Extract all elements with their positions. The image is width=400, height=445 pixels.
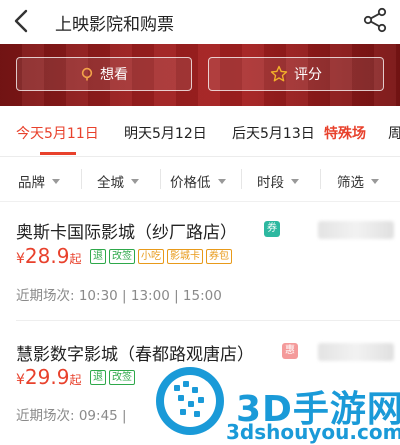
filter-price-label: 价格低 (170, 175, 211, 191)
page-title: 上映影院和购票 (55, 15, 174, 35)
active-tab-indicator (40, 152, 76, 155)
feature-tags: 退 改签 小吃 影城卡 券包 (90, 249, 232, 264)
price-suffix: 起 (69, 373, 82, 387)
rate-button[interactable]: 评分 (208, 57, 384, 91)
cinema-card[interactable]: 奥斯卡国际影城（纱厂路店） 券 ¥28.9起 退 改签 小吃 影城卡 券包 近期… (0, 202, 400, 320)
price: ¥28.9起 (16, 244, 81, 268)
caret-down-icon (291, 178, 299, 184)
movie-banner: 想看 评分 (0, 44, 400, 106)
star-icon (270, 65, 288, 82)
date-tabs: 今天5月11日 明天5月12日 后天5月13日 特殊场 周 (0, 106, 400, 157)
blurred-distance (318, 221, 394, 239)
caret-down-icon (131, 178, 139, 184)
share-icon[interactable] (362, 7, 388, 33)
price: ¥29.9起 (16, 365, 81, 389)
tab-special-label: 特殊场 (324, 126, 366, 142)
filter-price[interactable]: 价格低 (170, 171, 226, 191)
recent-showtimes: 近期场次: 09:45 | (16, 408, 127, 424)
tag-coupon-pack: 券包 (206, 249, 232, 264)
filter-area-label: 全城 (97, 175, 124, 191)
filter-brand-label: 品牌 (18, 175, 45, 191)
pin-icon (81, 67, 93, 81)
watermark-url: 3dshouyou.com (226, 420, 400, 444)
tab-special[interactable]: 特殊场 (324, 123, 366, 143)
tag-change: 改签 (109, 249, 135, 264)
tag-refund: 退 (90, 249, 106, 264)
tag-change: 改签 (109, 370, 135, 385)
top-bar: 上映影院和购票 (0, 0, 400, 44)
rate-label: 评分 (294, 67, 322, 83)
coupon-badge: 券 (264, 221, 280, 237)
filter-more[interactable]: 筛选 (337, 171, 379, 191)
price-suffix: 起 (69, 252, 82, 266)
tab-next[interactable]: 周 (388, 123, 400, 143)
filter-time[interactable]: 时段 (257, 171, 299, 191)
filter-more-label: 筛选 (337, 175, 364, 191)
filter-area[interactable]: 全城 (97, 171, 139, 191)
divider (160, 169, 161, 189)
caret-down-icon (371, 178, 379, 184)
filter-bar: 品牌 全城 价格低 时段 筛选 (0, 157, 400, 202)
tab-today[interactable]: 今天5月11日 (16, 123, 99, 143)
want-to-see-label: 想看 (100, 67, 128, 83)
want-to-see-button[interactable]: 想看 (16, 57, 192, 91)
price-symbol: ¥ (16, 251, 25, 267)
price-value: 29.9 (24, 365, 70, 389)
divider (320, 169, 321, 189)
recent-showtimes: 近期场次: 10:30 | 13:00 | 15:00 (16, 288, 222, 304)
chevron-left-icon[interactable] (10, 7, 34, 35)
price-value: 28.9 (24, 244, 70, 268)
tag-card: 影城卡 (167, 249, 203, 264)
tab-tomorrow[interactable]: 明天5月12日 (124, 123, 207, 143)
tag-refund: 退 (90, 370, 106, 385)
price-symbol: ¥ (16, 372, 25, 388)
filter-brand[interactable]: 品牌 (18, 171, 60, 191)
tab-day-after[interactable]: 后天5月13日 (232, 123, 315, 143)
cinema-name: 奥斯卡国际影城（纱厂路店） (16, 223, 237, 243)
caret-down-icon (217, 178, 226, 184)
divider (241, 169, 242, 189)
caret-down-icon (52, 178, 60, 184)
divider (81, 169, 82, 189)
tag-snack: 小吃 (138, 249, 164, 264)
filter-time-label: 时段 (257, 175, 284, 191)
feature-tags: 退 改签 (90, 370, 135, 385)
